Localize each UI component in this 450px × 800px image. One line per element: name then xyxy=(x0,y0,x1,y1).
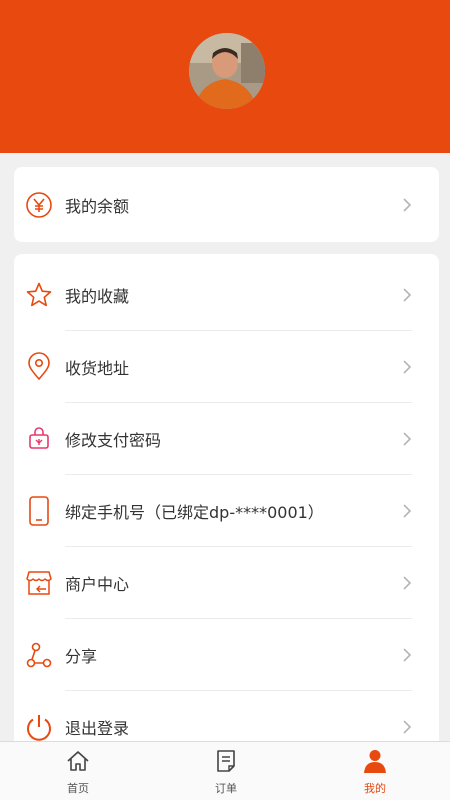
bottom-tab-bar: 首页 订单 我的 xyxy=(0,741,450,800)
tab-label: 订单 xyxy=(215,782,237,795)
menu-item-label: 商户中心 xyxy=(65,575,130,594)
order-list-icon xyxy=(217,750,235,772)
tab-home[interactable]: 首页 xyxy=(3,742,153,800)
balance-card: 我的余额 xyxy=(14,167,439,242)
tab-label: 我的 xyxy=(364,782,386,795)
menu-item-label: 绑定手机号（已绑定dp-****0001） xyxy=(65,503,324,522)
menu-item-favorites[interactable]: 我的收藏 xyxy=(14,259,439,331)
chevron-right-icon xyxy=(403,576,412,590)
menu-item-label: 我的收藏 xyxy=(65,287,130,306)
menu-item-label: 修改支付密码 xyxy=(65,431,162,450)
share-icon xyxy=(24,640,54,670)
user-icon xyxy=(364,750,386,773)
profile-header xyxy=(0,0,450,153)
home-icon xyxy=(67,751,89,771)
avatar[interactable] xyxy=(189,33,265,109)
chevron-right-icon xyxy=(403,198,412,212)
balance-row[interactable]: 我的余额 xyxy=(14,169,439,241)
phone-icon xyxy=(24,496,54,526)
tab-mine[interactable]: 我的 xyxy=(300,742,450,800)
menu-item-change-password[interactable]: 修改支付密码 xyxy=(14,403,439,475)
power-icon xyxy=(24,712,54,742)
location-pin-icon xyxy=(24,352,54,382)
menu-item-share[interactable]: 分享 xyxy=(14,619,439,691)
menu-item-label: 分享 xyxy=(65,647,98,666)
tab-label: 首页 xyxy=(67,782,89,795)
menu-item-address[interactable]: 收货地址 xyxy=(14,331,439,403)
menu-item-merchant-center[interactable]: 商户中心 xyxy=(14,547,439,619)
chevron-right-icon xyxy=(403,720,412,734)
chevron-right-icon xyxy=(403,288,412,302)
menu-item-label: 收货地址 xyxy=(65,359,130,378)
menu-item-bind-phone[interactable]: 绑定手机号（已绑定dp-****0001） xyxy=(14,475,439,547)
chevron-right-icon xyxy=(403,504,412,518)
lock-bag-icon xyxy=(24,424,54,454)
menu-card: 我的收藏 收货地址 修改支付密码 绑定手机号（已绑定dp-****0001） 商… xyxy=(14,254,439,754)
balance-label: 我的余额 xyxy=(65,197,130,216)
yuan-circle-icon xyxy=(24,190,54,220)
chevron-right-icon xyxy=(403,360,412,374)
menu-item-label: 退出登录 xyxy=(65,719,130,738)
chevron-right-icon xyxy=(403,648,412,662)
chevron-right-icon xyxy=(403,432,412,446)
storefront-icon xyxy=(24,568,54,598)
star-icon xyxy=(24,280,54,310)
tab-orders[interactable]: 订单 xyxy=(151,742,301,800)
